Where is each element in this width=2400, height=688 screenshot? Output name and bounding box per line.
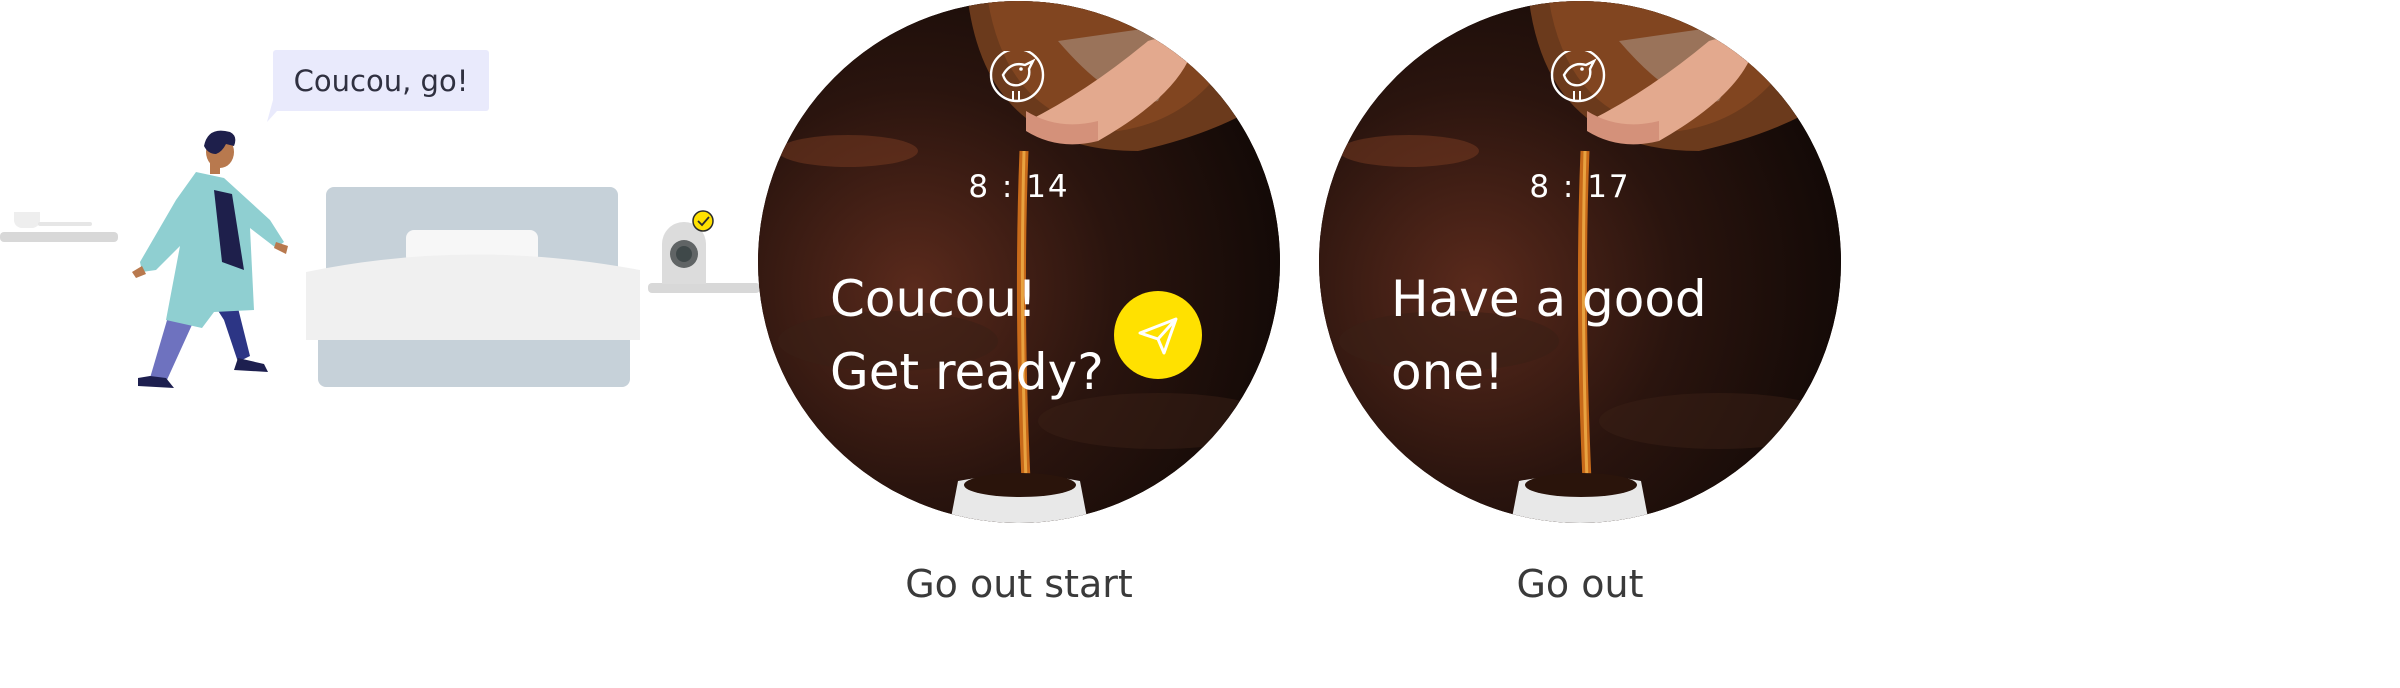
screen-caption-go-out: Go out — [1516, 562, 1644, 606]
watch-message: Have a good one! — [1391, 270, 1707, 401]
check-icon — [692, 210, 714, 232]
watch-screen-go-out: 8 : 17 Have a good one! — [1319, 1, 1841, 523]
bed — [306, 187, 640, 387]
watch-message: Coucou! Get ready? — [830, 270, 1104, 401]
person-figure — [132, 130, 288, 388]
left-shelf — [0, 212, 118, 242]
bird-icon — [989, 51, 1045, 103]
bedroom-illustration — [0, 130, 760, 388]
screen-caption-go-out-start: Go out start — [905, 562, 1133, 606]
send-button[interactable] — [1114, 291, 1202, 379]
clock-time: 8 : 17 — [1529, 169, 1631, 205]
speech-bubble: Coucou, go! — [273, 50, 489, 111]
send-icon — [1138, 317, 1178, 355]
right-shelf — [648, 283, 760, 293]
speech-bubble-text: Coucou, go! — [293, 63, 469, 98]
smart-speaker-device — [662, 222, 706, 284]
bird-icon — [1550, 51, 1606, 103]
clock-time: 8 : 14 — [968, 169, 1070, 205]
watch-screen-go-out-start: 8 : 14 Coucou! Get ready? — [758, 1, 1280, 523]
